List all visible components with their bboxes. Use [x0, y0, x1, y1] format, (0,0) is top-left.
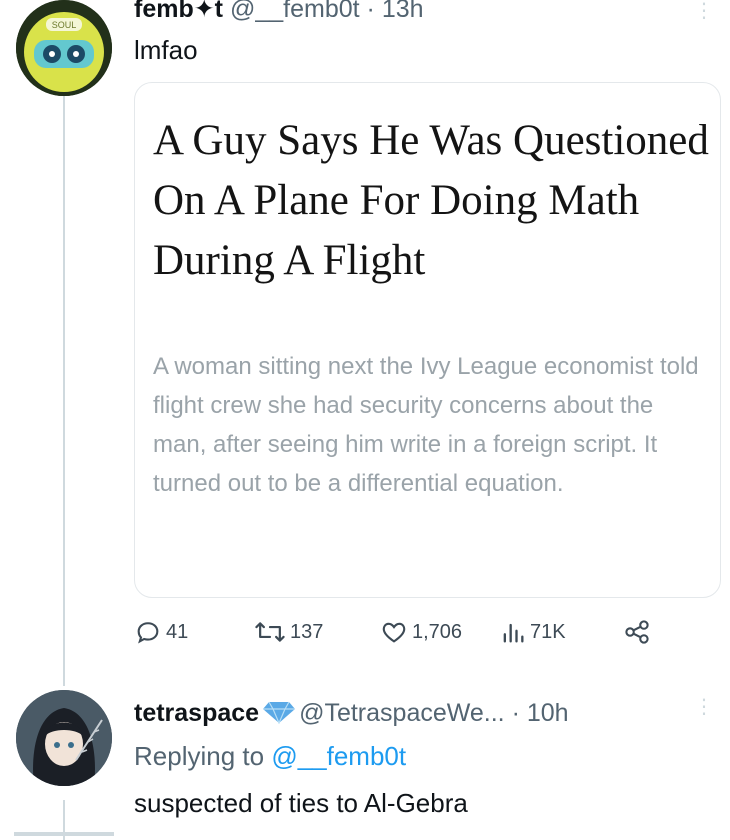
tweet2-display-name[interactable]: tetraspace	[134, 699, 259, 727]
tweet1-display-name[interactable]: femb✦t	[134, 0, 223, 23]
retweet-icon	[255, 622, 285, 642]
thread-connector-line	[63, 96, 65, 686]
verified-diamond-icon	[263, 700, 296, 732]
card-title: A Guy Says He Was Questioned On A Plane …	[153, 117, 709, 284]
reply-button[interactable]: 41	[134, 618, 188, 646]
tweet1-handle[interactable]: @__femb0t	[230, 0, 360, 23]
anime-avatar-icon	[16, 690, 112, 786]
retweet-count: 137	[290, 620, 324, 643]
avatar-tetraspace[interactable]	[16, 690, 112, 786]
tweet2-time[interactable]: 10h	[527, 699, 569, 727]
tweet1-header: femb✦t @__femb0t · 13h	[134, 0, 424, 24]
reply-icon	[137, 622, 159, 644]
bottom-divider	[14, 832, 114, 836]
tweet2-more-icon[interactable]: ⋮	[694, 694, 714, 719]
retweet-button[interactable]: 137	[254, 618, 323, 646]
tweet1-text: lmfao	[134, 35, 198, 65]
replying-to-label: Replying to	[134, 741, 265, 771]
avatar-badge-text: SOUL	[52, 20, 77, 30]
like-count: 1,706	[412, 620, 463, 643]
tweet2-header: tetraspace @TetraspaceWe... · 10h	[134, 697, 569, 732]
tweet2-text: suspected of ties to Al-Gebra	[134, 788, 468, 818]
views-button[interactable]: 71K	[500, 618, 566, 646]
tweet1-time[interactable]: 13h	[382, 0, 424, 23]
replying-to-handle[interactable]: @__femb0t	[271, 741, 406, 771]
avatar-fembot[interactable]: SOUL	[16, 0, 112, 96]
replying-to: Replying to @__femb0t	[134, 740, 406, 772]
link-preview-card[interactable]: A Guy Says He Was Questioned On A Plane …	[134, 82, 721, 598]
tweet2-separator: ·	[511, 699, 520, 727]
tweet2-handle[interactable]: @TetraspaceWe...	[299, 699, 505, 727]
heart-icon	[382, 622, 406, 643]
tweet1-separator: ·	[366, 0, 375, 23]
tweet1-action-bar: 41 137 1,706 71K	[134, 618, 674, 652]
reply-count: 41	[166, 620, 189, 643]
helmet-avatar-icon: SOUL	[16, 0, 112, 96]
card-description: A woman sitting next the Ivy League econ…	[153, 353, 699, 497]
views-count: 71K	[530, 620, 566, 643]
analytics-icon	[503, 623, 524, 643]
like-button[interactable]: 1,706	[380, 618, 462, 646]
tweet1-more-icon[interactable]: ⋮	[694, 0, 714, 23]
share-icon	[625, 620, 649, 644]
share-button[interactable]	[622, 618, 652, 646]
